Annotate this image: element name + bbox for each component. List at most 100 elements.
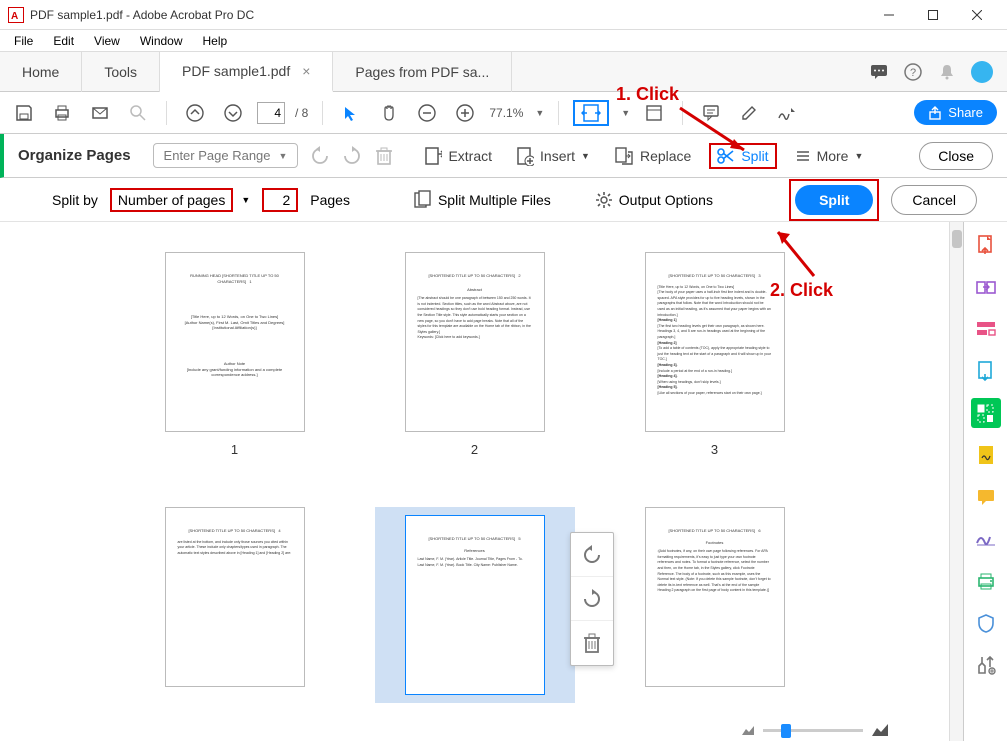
split-label: Split [741, 148, 768, 164]
split-options-bar: Split by Number of pages ▼ Pages Split M… [0, 178, 1007, 222]
split-count-input[interactable] [270, 192, 290, 208]
close-organize-button[interactable]: Close [919, 142, 993, 170]
page-thumbnail[interactable]: RUNNING HEAD [SHORTENED TITLE UP TO 50 C… [135, 252, 335, 457]
comment-icon[interactable] [697, 99, 725, 127]
menu-file[interactable]: File [4, 32, 43, 50]
rotate-cw-icon[interactable] [571, 577, 613, 621]
chevron-down-icon: ▼ [279, 151, 288, 161]
split-count-input-wrap [262, 188, 298, 212]
close-tab-icon[interactable]: × [302, 63, 310, 79]
tab-other-document[interactable]: Pages from PDF sa... [333, 52, 512, 92]
comment-tool-icon[interactable] [971, 482, 1001, 512]
minimize-button[interactable] [867, 0, 911, 30]
fit-width-icon[interactable] [573, 100, 609, 126]
rotate-ccw-icon[interactable] [310, 146, 330, 166]
insert-button[interactable]: Insert ▼ [510, 142, 596, 170]
scrollbar-handle[interactable] [952, 230, 962, 248]
zoom-value[interactable]: 77.1% [489, 106, 523, 120]
vertical-scrollbar[interactable] [949, 222, 963, 741]
bell-icon[interactable] [937, 62, 957, 82]
split-multiple-label: Split Multiple Files [438, 192, 551, 208]
window-title: PDF sample1.pdf - Adobe Acrobat Pro DC [30, 8, 867, 22]
create-pdf-icon[interactable] [971, 230, 1001, 260]
cancel-button[interactable]: Cancel [891, 185, 977, 215]
output-options-button[interactable]: Output Options [595, 191, 713, 209]
right-tool-sidebar [963, 222, 1007, 741]
close-window-button[interactable] [955, 0, 999, 30]
page-thumbnail-selected[interactable]: [SHORTENED TITLE UP TO 50 CHARACTERS] 5R… [375, 507, 575, 703]
menu-edit[interactable]: Edit [43, 32, 84, 50]
chevron-down-icon[interactable]: ▼ [241, 195, 250, 205]
delete-page-icon[interactable] [571, 621, 613, 665]
page-number-input[interactable] [257, 102, 285, 124]
tab-tools[interactable]: Tools [82, 52, 160, 92]
page-range-input[interactable]: Enter Page Range ▼ [153, 143, 299, 168]
main-toolbar: / 8 77.1% ▼ ▼ Share [0, 92, 1007, 134]
fit-caret-icon[interactable]: ▼ [621, 108, 630, 118]
chat-icon[interactable] [869, 62, 889, 82]
rotate-cw-icon[interactable] [342, 146, 362, 166]
menubar: File Edit View Window Help [0, 30, 1007, 52]
organize-pages-icon[interactable] [971, 398, 1001, 428]
slider-track[interactable] [763, 729, 863, 732]
extract-button[interactable]: Extract [418, 142, 498, 170]
edit-pdf-icon[interactable] [971, 314, 1001, 344]
zoom-caret-icon[interactable]: ▼ [535, 108, 544, 118]
hand-icon[interactable] [375, 99, 403, 127]
tab-active-document[interactable]: PDF sample1.pdf × [160, 52, 333, 92]
thumbnail-zoom-slider[interactable] [741, 723, 889, 737]
tab-label: PDF sample1.pdf [182, 63, 290, 79]
page-thumbnail[interactable]: [SHORTENED TITLE UP TO 50 CHARACTERS] 4a… [135, 507, 335, 703]
share-label: Share [948, 105, 983, 120]
page-down-icon[interactable] [219, 99, 247, 127]
more-tools-icon[interactable] [971, 650, 1001, 680]
tab-home[interactable]: Home [0, 52, 82, 92]
page-range-placeholder: Enter Page Range [164, 148, 271, 163]
export-pdf-icon[interactable] [971, 356, 1001, 386]
split-method-select[interactable]: Number of pages [110, 188, 233, 212]
zoom-in-icon[interactable] [451, 99, 479, 127]
replace-button[interactable]: Replace [608, 142, 697, 170]
user-avatar[interactable] [971, 61, 993, 83]
zoom-out-icon[interactable] [413, 99, 441, 127]
zoom-large-icon [871, 723, 889, 737]
maximize-button[interactable] [911, 0, 955, 30]
search-icon[interactable] [124, 99, 152, 127]
rotate-ccw-icon[interactable] [571, 533, 613, 577]
organize-pages-bar: Organize Pages Enter Page Range ▼ Extrac… [0, 134, 1007, 178]
menu-view[interactable]: View [84, 32, 130, 50]
more-button[interactable]: More ▼ [789, 144, 870, 168]
read-mode-icon[interactable] [640, 99, 668, 127]
slider-knob[interactable] [781, 724, 791, 738]
titlebar: A PDF sample1.pdf - Adobe Acrobat Pro DC [0, 0, 1007, 30]
page-thumbnail[interactable]: [SHORTENED TITLE UP TO 50 CHARACTERS] 6F… [615, 507, 815, 703]
pointer-icon[interactable] [337, 99, 365, 127]
menu-help[interactable]: Help [193, 32, 238, 50]
page-thumbnail[interactable]: [SHORTENED TITLE UP TO 50 CHARACTERS] 2A… [375, 252, 575, 457]
print-icon[interactable] [48, 99, 76, 127]
thumbnail-area[interactable]: RUNNING HEAD [SHORTENED TITLE UP TO 50 C… [0, 222, 949, 741]
sign-tool-icon[interactable] [971, 524, 1001, 554]
page-number-label: 2 [471, 442, 478, 457]
output-options-label: Output Options [619, 192, 713, 208]
protect-icon[interactable] [971, 608, 1001, 638]
split-execute-button[interactable]: Split [795, 185, 873, 215]
page-up-icon[interactable] [181, 99, 209, 127]
highlight-pen-icon[interactable] [735, 99, 763, 127]
fill-sign-icon[interactable] [971, 440, 1001, 470]
delete-icon[interactable] [374, 146, 394, 166]
email-icon[interactable] [86, 99, 114, 127]
sign-icon[interactable] [773, 99, 801, 127]
split-multiple-files-button[interactable]: Split Multiple Files [414, 190, 551, 210]
combine-files-icon[interactable] [971, 272, 1001, 302]
menu-window[interactable]: Window [130, 32, 193, 50]
help-icon[interactable]: ? [903, 62, 923, 82]
share-button[interactable]: Share [914, 100, 997, 125]
pages-label: Pages [310, 192, 350, 208]
split-tool-button[interactable]: Split [709, 143, 776, 169]
chevron-down-icon: ▼ [581, 151, 590, 161]
save-icon[interactable] [10, 99, 38, 127]
print-production-icon[interactable] [971, 566, 1001, 596]
page-thumbnail[interactable]: [SHORTENED TITLE UP TO 50 CHARACTERS] 3[… [615, 252, 815, 457]
svg-text:?: ? [910, 67, 916, 79]
